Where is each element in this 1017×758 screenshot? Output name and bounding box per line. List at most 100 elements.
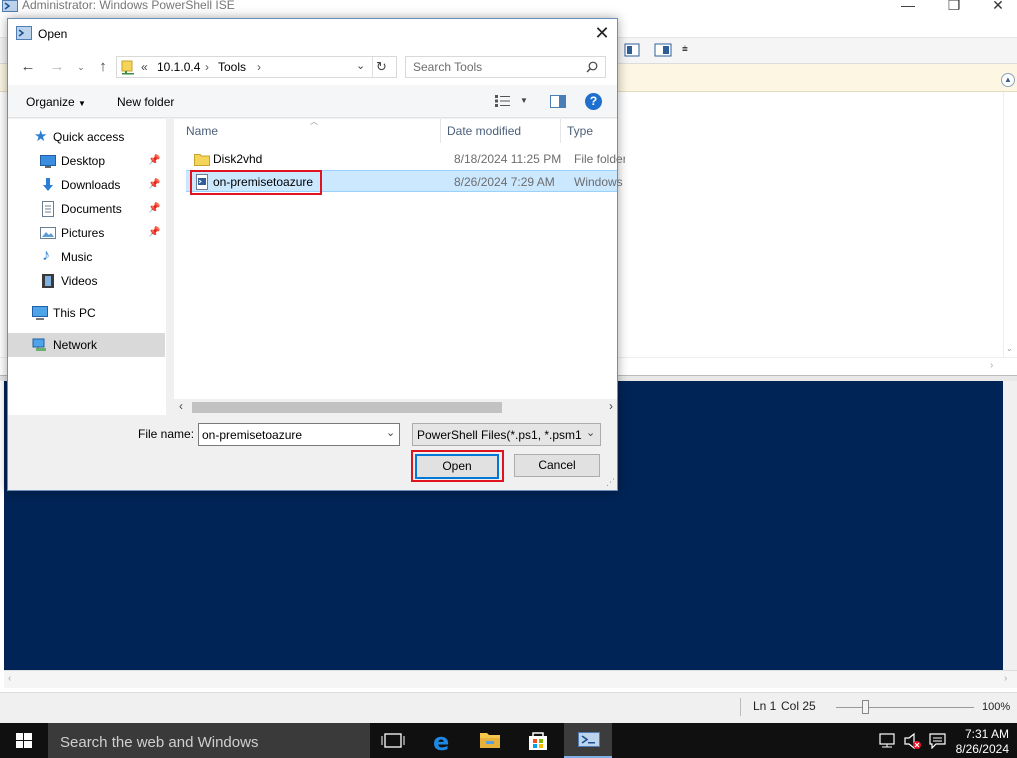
collapse-pane-icon[interactable]: ▲ <box>1001 73 1015 87</box>
zoom-level: 100% <box>982 701 1011 713</box>
nav-label: Pictures <box>61 226 105 240</box>
resize-grip-icon[interactable]: ⋰ <box>606 477 615 488</box>
breadcrumb-overflow[interactable]: « <box>141 60 148 74</box>
filetype-dropdown-icon[interactable]: ⌄ <box>586 426 595 439</box>
close-window-button[interactable]: ✕ <box>975 0 1017 16</box>
nav-quick-access[interactable]: ★ Quick access <box>8 125 165 149</box>
file-row-disk2vhd[interactable]: Disk2vhd 8/18/2024 11:25 PM File folder <box>186 148 625 170</box>
console-horizontal-scrollbar[interactable]: ‹ › <box>4 670 1017 688</box>
toolbar-overflow-icon[interactable]: ⩧ <box>682 44 688 55</box>
pictures-icon <box>40 227 56 239</box>
network-location-icon <box>121 60 134 75</box>
taskbar-time[interactable]: 7:31 AM <box>954 727 1009 741</box>
nav-label: Desktop <box>61 154 106 168</box>
help-icon[interactable]: ? <box>585 93 602 110</box>
script-vertical-scrollbar[interactable]: ⌄ <box>1003 92 1017 357</box>
pin-icon: 📌 <box>148 203 161 214</box>
refresh-icon[interactable]: ↻ <box>376 59 387 75</box>
highlight-annotation-open <box>411 450 504 482</box>
filename-combobox[interactable]: on-premisetoazure ⌄ <box>198 423 400 446</box>
filename-input[interactable]: on-premisetoazure <box>202 428 302 442</box>
address-bar[interactable]: « 10.1.0.4 › Tools › ⌄ ↻ <box>116 56 397 78</box>
recent-locations-chevron-icon[interactable]: ⌄ <box>70 57 92 77</box>
column-header-date[interactable]: Date modified <box>447 124 521 138</box>
dialog-close-button[interactable]: ✕ <box>592 22 612 44</box>
downloads-icon <box>43 178 53 191</box>
breadcrumb-chevron-icon[interactable]: › <box>205 60 209 74</box>
scroll-left-icon[interactable]: ‹ <box>179 399 183 413</box>
show-script-pane-icon[interactable] <box>624 42 640 58</box>
column-header-name[interactable]: Name <box>186 124 218 138</box>
show-script-pane-right-icon[interactable] <box>654 42 672 58</box>
nav-network[interactable]: Network <box>8 333 165 357</box>
file-explorer-icon[interactable] <box>466 723 514 758</box>
nav-pictures[interactable]: Pictures 📌 <box>8 221 165 245</box>
new-folder-button[interactable]: New folder <box>117 95 174 109</box>
store-icon[interactable] <box>514 723 562 758</box>
pin-icon: 📌 <box>148 227 161 238</box>
file-date: 8/18/2024 11:25 PM <box>454 152 562 166</box>
breadcrumb-item-host[interactable]: 10.1.0.4 <box>157 60 200 74</box>
nav-this-pc[interactable]: This PC <box>8 301 165 325</box>
maximize-button[interactable]: ❐ <box>931 0 977 16</box>
powershell-ise-icon <box>16 26 32 40</box>
console-vertical-scrollbar[interactable] <box>1003 381 1017 670</box>
minimize-button[interactable]: — <box>885 0 931 16</box>
cancel-button[interactable]: Cancel <box>514 454 600 477</box>
powershell-ise-icon <box>2 0 18 12</box>
nav-label: Videos <box>61 274 98 288</box>
nav-downloads[interactable]: Downloads 📌 <box>8 173 165 197</box>
volume-muted-icon[interactable] <box>903 732 923 750</box>
forward-arrow-icon[interactable]: → <box>46 57 68 77</box>
search-input[interactable]: Search Tools <box>413 60 482 74</box>
filename-dropdown-icon[interactable]: ⌄ <box>386 426 395 439</box>
column-header-type[interactable]: Type <box>567 124 593 138</box>
taskbar-search-input[interactable]: Search the web and Windows <box>60 734 258 751</box>
back-arrow-icon[interactable]: ← <box>17 57 39 77</box>
nav-documents[interactable]: Documents 📌 <box>8 197 165 221</box>
file-list: Name ︿ Date modified Type Disk2vhd 8/18/… <box>174 117 625 402</box>
open-file-dialog: Open ✕ ← → ⌄ ↑ « 10.1.0.4 › Tools › ⌄ ↻ … <box>7 18 625 491</box>
zoom-slider[interactable] <box>836 707 974 708</box>
search-icon[interactable] <box>586 61 598 73</box>
nav-music[interactable]: ♪ Music <box>8 245 165 269</box>
star-icon: ★ <box>34 128 48 145</box>
file-date: 8/26/2024 7:29 AM <box>454 175 555 189</box>
computer-icon <box>32 306 48 320</box>
nav-videos[interactable]: Videos <box>8 269 165 293</box>
column-header-row: Name ︿ Date modified Type <box>174 117 617 143</box>
pin-icon: 📌 <box>148 179 161 190</box>
breadcrumb-chevron-icon[interactable]: › <box>257 60 261 74</box>
taskbar-date[interactable]: 8/26/2024 <box>944 742 1009 756</box>
command-bar: Organize ▼ New folder ▼ ? <box>8 85 617 118</box>
scroll-thumb[interactable] <box>192 402 502 413</box>
filetype-select[interactable]: PowerShell Files(*.ps1, *.psm1, *.psd1) … <box>412 423 601 446</box>
search-box[interactable]: Search Tools <box>405 56 606 78</box>
scroll-right-icon[interactable]: › <box>609 399 613 413</box>
sort-ascending-icon: ︿ <box>310 117 318 126</box>
address-dropdown-icon[interactable]: ⌄ <box>356 59 365 72</box>
nav-label: Documents <box>61 202 122 216</box>
nav-label: Downloads <box>61 178 121 192</box>
up-arrow-icon[interactable]: ↑ <box>92 57 114 77</box>
dialog-titlebar <box>8 19 617 49</box>
powershell-ise-icon <box>578 732 600 747</box>
breadcrumb-item-tools[interactable]: Tools <box>218 60 246 74</box>
edge-browser-icon[interactable]: e <box>418 723 466 758</box>
nav-desktop[interactable]: Desktop 📌 <box>8 149 165 173</box>
filetype-value: PowerShell Files(*.ps1, *.psm1, *.psd1) <box>417 428 582 442</box>
view-options-dropdown-icon[interactable]: ▼ <box>520 96 528 105</box>
zoom-slider-thumb[interactable] <box>862 700 869 714</box>
change-view-icon[interactable] <box>495 95 511 107</box>
videos-icon <box>42 274 54 288</box>
organize-menu[interactable]: Organize ▼ <box>26 95 86 109</box>
nav-label: This PC <box>53 306 96 320</box>
taskbar-ise-button[interactable] <box>564 723 612 758</box>
network-tray-icon[interactable] <box>879 733 897 749</box>
file-list-horizontal-scrollbar[interactable]: ‹ › <box>174 399 617 415</box>
status-separator <box>740 698 741 716</box>
preview-pane-icon[interactable] <box>550 95 566 108</box>
windows-start-icon[interactable] <box>0 723 48 758</box>
file-type: Windows PowerShell Script <box>574 175 625 189</box>
task-view-icon[interactable] <box>370 723 418 758</box>
